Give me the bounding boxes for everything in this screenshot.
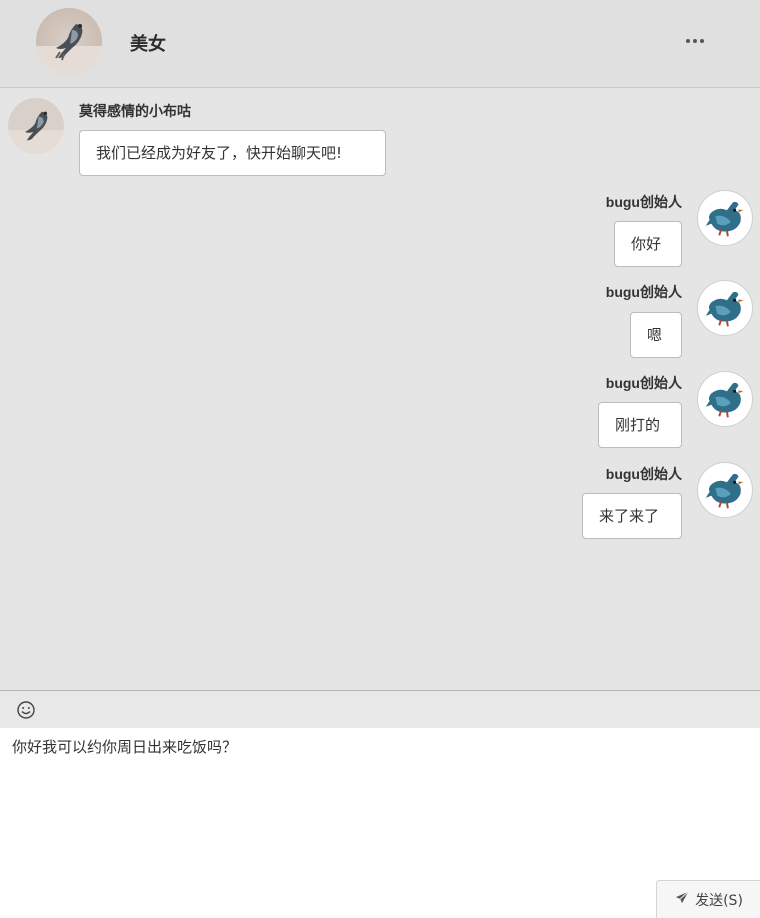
message-bubble: 来了来了 bbox=[582, 493, 682, 539]
sender-avatar[interactable] bbox=[697, 462, 753, 518]
sender-avatar[interactable] bbox=[697, 190, 753, 246]
composer-toolbar bbox=[0, 690, 760, 728]
message-bubble: 你好 bbox=[614, 221, 682, 267]
message-bubble: 刚打的 bbox=[598, 402, 682, 448]
contact-name: 美女 bbox=[130, 34, 166, 54]
paper-plane-icon bbox=[675, 891, 689, 909]
sender-avatar[interactable] bbox=[697, 371, 753, 427]
chat-window: 美女 莫得感情的小布咕 我们已经成为好友了，快开始聊天吧! bugu创始人 你好… bbox=[0, 0, 760, 918]
contact-avatar[interactable] bbox=[36, 8, 102, 74]
composer: 你好我可以约你周日出来吃饭吗？ 发送(S) bbox=[0, 728, 760, 918]
message-list: 莫得感情的小布咕 我们已经成为好友了，快开始聊天吧! bugu创始人 你好 bu… bbox=[0, 88, 760, 690]
sender-name: bugu创始人 bbox=[605, 375, 682, 391]
ellipsis-icon[interactable] bbox=[680, 30, 710, 52]
message-bubble: 我们已经成为好友了，快开始聊天吧! bbox=[79, 130, 386, 176]
sender-name: 莫得感情的小布咕 bbox=[79, 103, 191, 119]
sender-name: bugu创始人 bbox=[605, 284, 682, 300]
sender-name: bugu创始人 bbox=[605, 194, 682, 210]
smiley-icon[interactable] bbox=[16, 700, 36, 720]
message-input[interactable]: 你好我可以约你周日出来吃饭吗？ bbox=[0, 728, 760, 878]
message-bubble: 嗯 bbox=[630, 312, 682, 358]
sender-avatar[interactable] bbox=[8, 98, 64, 154]
message-item: 莫得感情的小布咕 我们已经成为好友了，快开始聊天吧! bbox=[0, 88, 760, 188]
chat-header: 美女 bbox=[0, 0, 760, 88]
send-label: 发送(S) bbox=[695, 893, 743, 909]
send-button[interactable]: 发送(S) bbox=[656, 880, 760, 918]
message-item: bugu创始人 刚打的 bbox=[0, 369, 760, 459]
message-item: bugu创始人 嗯 bbox=[0, 278, 760, 368]
sender-name: bugu创始人 bbox=[605, 466, 682, 482]
sender-avatar[interactable] bbox=[697, 280, 753, 336]
message-item: bugu创始人 你好 bbox=[0, 188, 760, 278]
message-item: bugu创始人 来了来了 bbox=[0, 460, 760, 550]
